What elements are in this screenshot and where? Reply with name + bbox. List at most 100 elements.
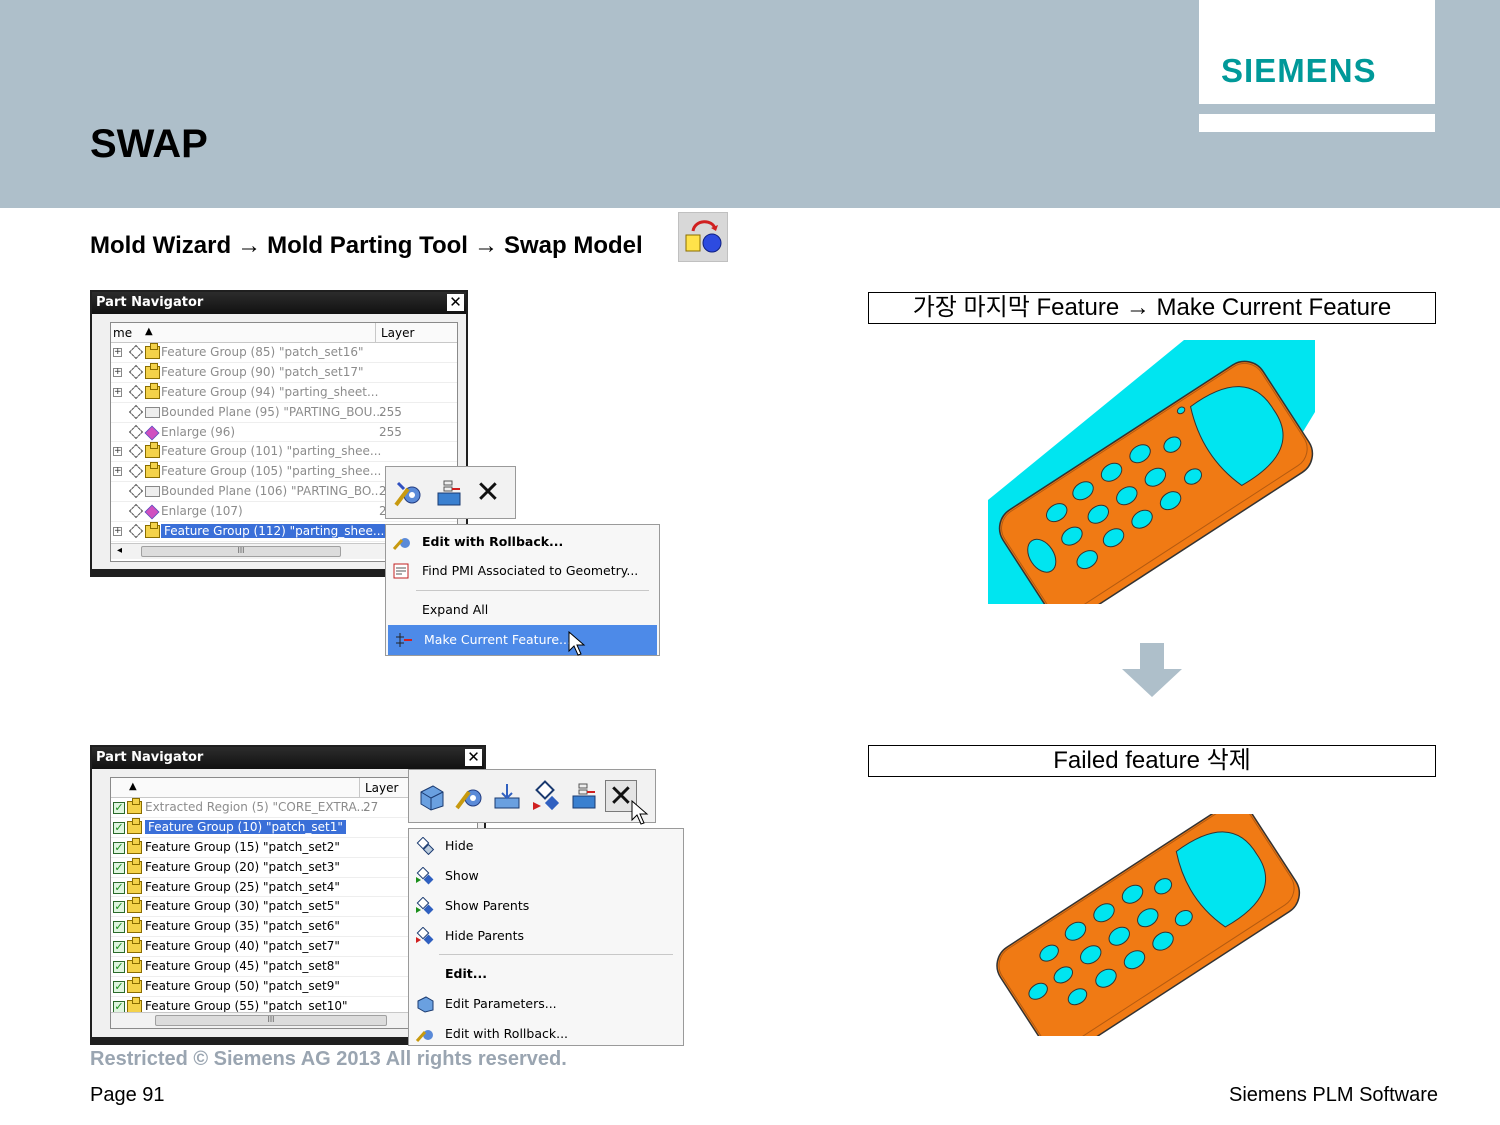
expand-icon[interactable]: + [113,527,122,537]
visibility-checkbox[interactable]: ✓ [113,861,125,874]
tree-row-label: Feature Group (85) "patch_set16" [161,345,364,359]
visibility-checkbox[interactable]: ✓ [113,941,125,954]
feature-status-icon [128,364,144,379]
visibility-checkbox[interactable]: ✓ [113,821,125,834]
feature-group-icon [145,343,160,359]
tree-row[interactable]: Enlarge (96) 255 [111,423,457,443]
tree-row[interactable]: + Feature Group (101) "parting_shee... [111,442,457,463]
arrow-icon: → [473,232,498,259]
menu-label: Edit Parameters... [445,996,557,1011]
tree-row-label: Feature Group (94) "parting_sheet... [161,384,379,399]
sort-arrow-icon[interactable]: ▲ [145,326,153,337]
menu-edit[interactable]: Edit... [409,959,683,989]
delete-x-icon[interactable]: ✕ [472,476,504,509]
down-arrow-icon [1122,643,1182,697]
tree-row-label: Feature Group (45) "patch_set8" [145,959,340,974]
expand-icon[interactable]: + [113,367,122,377]
show-parents-icon [416,897,434,915]
mouse-cursor-icon [568,631,586,656]
scrollbar-thumb[interactable]: III [141,546,341,557]
footer-page-number: Page 91 [90,1084,165,1106]
visibility-checkbox[interactable]: ✓ [113,881,125,894]
tree-row-label: Feature Group (105) "parting_shee... [161,464,382,479]
make-current-feature-icon[interactable] [567,780,599,812]
column-name-header[interactable]: me [113,326,132,340]
tree-row-label: Bounded Plane (106) "PARTING_BO... [161,484,383,499]
expand-icon[interactable]: + [113,387,122,397]
feature-group-icon [145,382,160,399]
footer-company: Siemens PLM Software [1229,1084,1438,1106]
visibility-checkbox[interactable]: ✓ [113,961,125,974]
column-layer-header[interactable]: Layer [381,326,414,340]
menu-hide[interactable]: Hide [409,831,683,861]
menu-edit-with-rollback[interactable]: Edit with Rollback... [386,527,659,557]
tree-row-label: Feature Group (40) "patch_set7" [145,939,340,954]
scrollbar-thumb[interactable]: III [155,1015,387,1026]
feature-group-icon [127,837,142,854]
edit-with-rollback-icon[interactable] [392,477,424,509]
bounded-plane-icon [145,486,160,498]
feature-group-icon [127,917,142,934]
swap-model-icon[interactable] [678,212,728,262]
expand-icon[interactable]: + [113,467,122,477]
feature-status-icon [128,384,144,399]
feature-group-icon [127,857,142,874]
menu-find-pmi[interactable]: Find PMI Associated to Geometry... [386,556,659,586]
edit-with-rollback-icon [415,1030,433,1042]
scroll-left-icon[interactable]: ◂ [117,545,122,556]
context-menu-1: Edit with Rollback... Find PMI Associate… [385,524,660,656]
tree-row-label: Enlarge (96) [161,424,236,439]
feature-group-icon [127,877,142,894]
feature-status-icon [128,444,144,459]
feature-status-icon [128,464,144,479]
tree-row[interactable]: + Feature Group (85) "patch_set16" [111,343,457,363]
make-current-feature-icon[interactable] [432,477,464,509]
show-parents-icon[interactable] [529,780,561,812]
visibility-checkbox[interactable]: ✓ [113,981,125,994]
menu-make-current-feature[interactable]: Make Current Feature... [388,625,657,655]
menu-expand-all[interactable]: Expand All [386,595,659,625]
footer-restricted: Restricted © Siemens AG 2013 All rights … [90,1048,567,1070]
expand-icon[interactable]: + [113,447,122,457]
tree-row[interactable]: + Feature Group (90) "patch_set17" [111,362,457,383]
menu-label: Hide [445,838,474,853]
feature-group-icon [127,817,142,834]
menu-label: Expand All [422,602,489,617]
visibility-checkbox[interactable]: ✓ [113,841,125,854]
close-icon[interactable]: ✕ [465,749,482,766]
feature-group-icon [127,897,142,914]
feature-status-icon [128,404,144,419]
menu-show[interactable]: Show [409,861,683,891]
menu-show-parents[interactable]: Show Parents [409,891,683,921]
expand-icon[interactable]: + [113,348,122,357]
feature-status-icon [128,344,144,360]
close-icon[interactable]: ✕ [447,294,464,311]
menu-label: Show Parents [445,898,530,913]
tree-row[interactable]: Bounded Plane (95) "PARTING_BOU... 255 [111,403,457,423]
menu-edit-parameters[interactable]: Edit Parameters... [409,989,683,1019]
enlarge-icon [144,425,160,440]
tree-row-label: Feature Group (90) "patch_set17" [161,364,364,379]
tree-row-label: Enlarge (107) [161,504,243,519]
logo-strip [1199,114,1435,132]
tree-row-label: Feature Group (10) "patch_set1" [145,819,346,834]
tree-row[interactable]: + Feature Group (94) "parting_sheet... [111,382,457,403]
tree-row-label: Feature Group (35) "patch_set6" [145,919,340,934]
menu-edit-with-rollback[interactable]: Edit with Rollback... [409,1019,683,1049]
menu-label: Make Current Feature... [424,632,571,647]
mouse-cursor-icon [631,800,649,825]
feature-group-icon [145,442,160,459]
part-navigator-title-text: Part Navigator [96,295,204,310]
menu-hide-parents[interactable]: Hide Parents [409,921,683,951]
visibility-checkbox[interactable]: ✓ [113,802,125,814]
visibility-checkbox[interactable]: ✓ [113,921,125,934]
edit-parameters-icon[interactable] [415,780,447,812]
sort-arrow-icon[interactable]: ▲ [129,781,137,792]
tree-row-label: Feature Group (50) "patch_set9" [145,979,340,994]
suppress-icon[interactable] [491,780,523,812]
column-layer-header[interactable]: Layer [365,781,398,795]
edit-with-rollback-icon[interactable] [453,780,485,812]
tree-row-label: Feature Group (15) "patch_set2" [145,839,340,854]
visibility-checkbox[interactable]: ✓ [113,901,125,914]
tree-row-label: Feature Group (25) "patch_set4" [145,879,340,894]
